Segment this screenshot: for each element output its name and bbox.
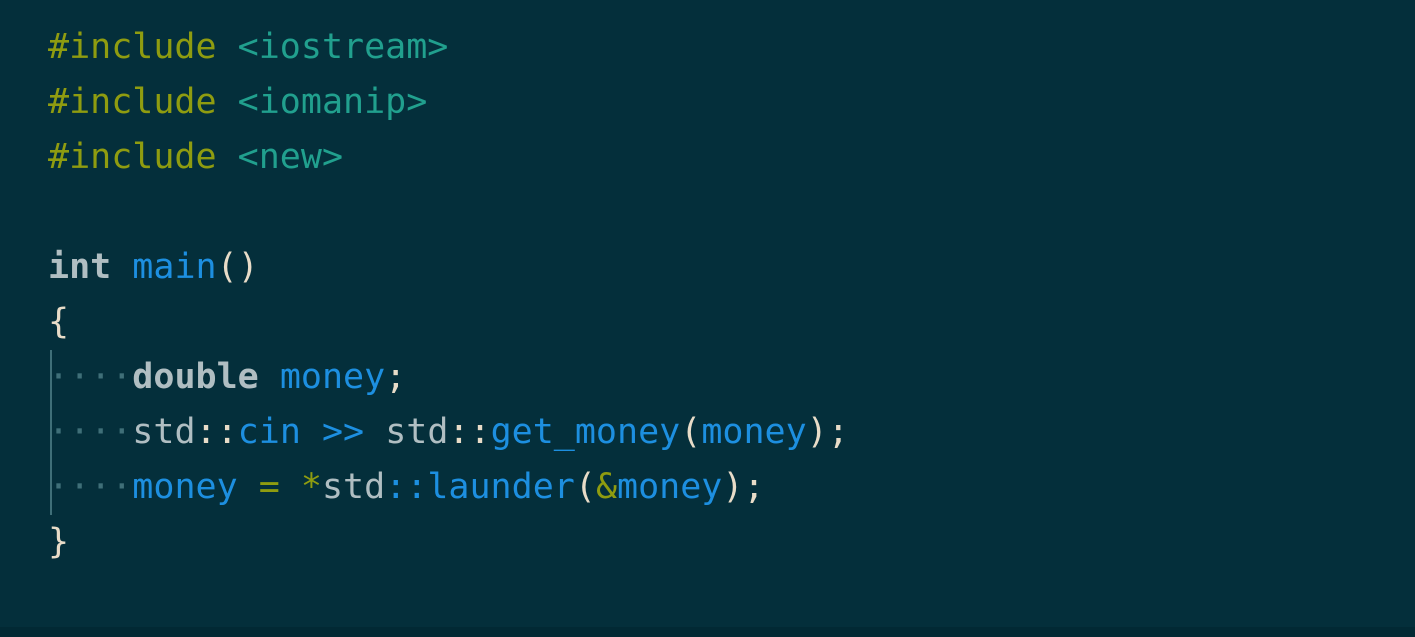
code-token-punctuation: ; xyxy=(385,357,407,397)
code-token-punctuation: :: xyxy=(448,412,491,452)
code-token-punctuation: } xyxy=(48,522,70,562)
code-token-identifier: launder xyxy=(427,467,575,507)
code-token-punctuation: { xyxy=(48,302,70,342)
code-token-colon_blue: :: xyxy=(385,467,428,507)
code-token-operator: & xyxy=(595,467,618,507)
code-line[interactable]: ····std::cin >> std::get_money(money); xyxy=(48,405,849,460)
code-token-whitespace: ···· xyxy=(48,357,133,397)
code-token-preprocessor: #include xyxy=(48,82,217,122)
code-line[interactable] xyxy=(48,185,849,240)
code-token-namespace: std xyxy=(132,412,196,452)
code-token-punctuation: ( xyxy=(574,467,596,507)
code-token-whitespace: ···· xyxy=(48,412,133,452)
code-token-punctuation: ) xyxy=(722,467,744,507)
code-line[interactable]: #include <new> xyxy=(48,130,849,185)
code-token-preprocessor: #include xyxy=(48,137,217,177)
code-token-header_name: <iostream> xyxy=(237,27,449,67)
code-token-identifier: >> xyxy=(321,412,365,452)
code-token-header_name: <iomanip> xyxy=(237,82,428,122)
code-token-header_name: <new> xyxy=(237,137,344,177)
code-line[interactable]: ····money = *std::launder(&money); xyxy=(48,460,849,515)
code-token-identifier: cin xyxy=(237,412,301,452)
code-editor-screenshot: #include <iostream> #include <iomanip> #in… xyxy=(0,0,1415,637)
code-token-punctuation: ; xyxy=(743,467,765,507)
code-line[interactable]: #include <iomanip> xyxy=(48,75,849,130)
code-line[interactable]: } xyxy=(48,515,849,570)
code-token-identifier: money xyxy=(617,467,723,507)
code-token-operator: * xyxy=(300,467,322,507)
code-token-namespace: std xyxy=(321,467,386,507)
code-block[interactable]: #include <iostream> #include <iomanip> #in… xyxy=(48,20,849,570)
bottom-edge-band xyxy=(0,627,1415,637)
code-token-keyword: int xyxy=(48,247,112,287)
code-token-identifier: main xyxy=(132,247,217,287)
code-token-operator: = xyxy=(258,467,280,507)
code-token-identifier: get_money xyxy=(490,412,681,452)
code-line[interactable]: ····double money; xyxy=(48,350,849,405)
code-token-identifier: money xyxy=(132,467,238,507)
code-token-punctuation: :: xyxy=(195,412,238,452)
code-token-keyword: double xyxy=(132,357,259,397)
code-token-namespace: std xyxy=(385,412,449,452)
code-line[interactable]: { xyxy=(48,295,849,350)
code-line[interactable]: #include <iostream> xyxy=(48,20,849,75)
code-token-preprocessor: #include xyxy=(48,27,217,67)
code-token-punctuation: () xyxy=(216,247,259,287)
code-token-identifier: money xyxy=(701,412,807,452)
code-token-identifier: money xyxy=(279,357,386,397)
code-token-whitespace: ···· xyxy=(48,467,133,507)
code-token-punctuation: ; xyxy=(827,412,849,452)
code-token-punctuation: ) xyxy=(806,412,828,452)
code-line[interactable]: int main() xyxy=(48,240,849,295)
code-token-punctuation: ( xyxy=(680,412,702,452)
